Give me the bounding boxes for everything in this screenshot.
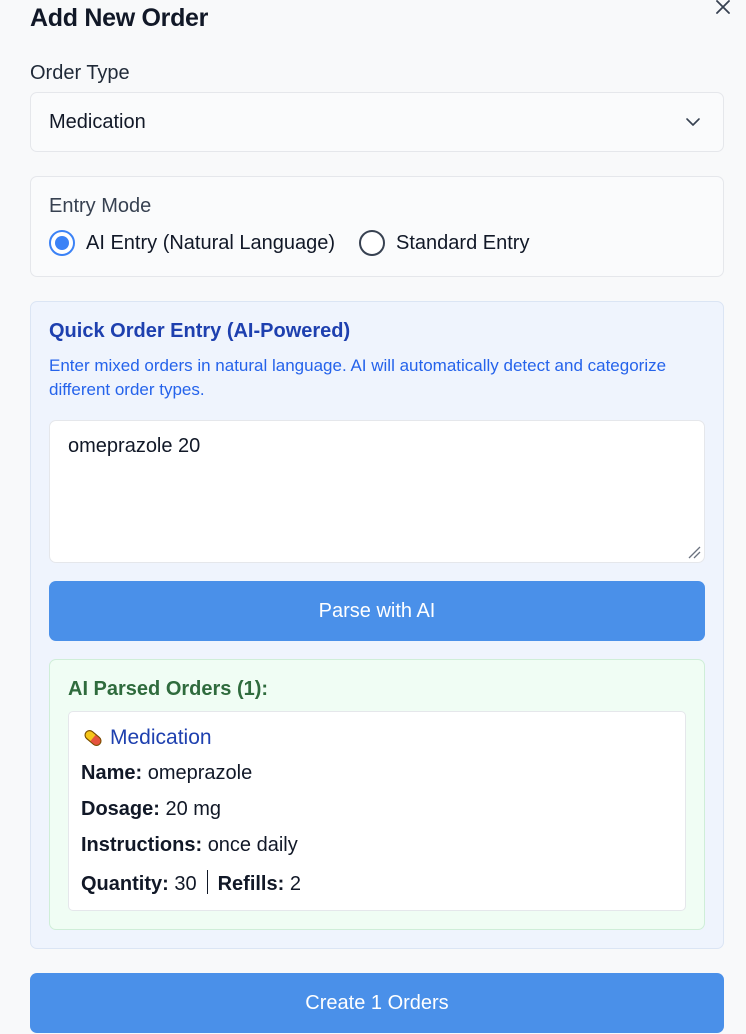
order-text-input[interactable]: omeprazole 20 bbox=[49, 420, 705, 563]
order-instructions-value: once daily bbox=[207, 834, 298, 856]
order-instructions-label: Instructions: bbox=[81, 834, 203, 856]
resize-handle-icon[interactable] bbox=[687, 545, 701, 559]
parsed-orders-title: AI Parsed Orders (1): bbox=[68, 678, 269, 700]
order-text-value: omeprazole 20 bbox=[68, 435, 201, 457]
order-quantity-row: Quantity: 30 Refills: 2 bbox=[81, 870, 301, 896]
radio-standard-entry-label[interactable]: Standard Entry bbox=[396, 232, 529, 255]
chevron-down-icon bbox=[686, 118, 700, 126]
radio-standard-entry[interactable]: Standard Entry bbox=[359, 230, 529, 256]
ai-entry-panel: Quick Order Entry (AI-Powered) Enter mix… bbox=[30, 301, 724, 949]
order-instructions-row: Instructions: once daily bbox=[81, 834, 298, 857]
entry-mode-radio-group: AI Entry (Natural Language) Standard Ent… bbox=[49, 230, 553, 256]
separator bbox=[206, 870, 208, 894]
order-refills-label: Refills: bbox=[217, 873, 285, 895]
order-name-value: omeprazole bbox=[147, 762, 253, 784]
radio-ai-entry[interactable]: AI Entry (Natural Language) bbox=[49, 230, 335, 256]
close-button[interactable] bbox=[712, 0, 734, 18]
order-name-row: Name: omeprazole bbox=[81, 762, 252, 785]
order-dosage-label: Dosage: bbox=[81, 798, 160, 820]
order-quantity-label: Quantity: bbox=[81, 873, 169, 895]
radio-ai-entry-control[interactable] bbox=[49, 230, 75, 256]
modal-title: Add New Order bbox=[30, 4, 209, 32]
order-dosage-row: Dosage: 20 mg bbox=[81, 798, 221, 821]
order-type-select[interactable]: Medication bbox=[30, 92, 724, 152]
parsed-orders-box: AI Parsed Orders (1): Medication Name: o… bbox=[49, 659, 705, 930]
entry-mode-label: Entry Mode bbox=[49, 195, 152, 217]
order-type-heading: Medication bbox=[81, 726, 212, 750]
parse-with-ai-button[interactable]: Parse with AI bbox=[49, 581, 705, 641]
order-type-name: Medication bbox=[110, 726, 212, 749]
entry-mode-card: Entry Mode AI Entry (Natural Language) S… bbox=[30, 176, 724, 277]
radio-standard-entry-control[interactable] bbox=[359, 230, 386, 256]
close-icon bbox=[716, 0, 730, 14]
radio-ai-entry-label[interactable]: AI Entry (Natural Language) bbox=[86, 232, 335, 255]
ai-panel-title: Quick Order Entry (AI-Powered) bbox=[49, 320, 351, 342]
pill-icon bbox=[84, 730, 102, 746]
order-dosage-value: 20 mg bbox=[165, 798, 222, 820]
order-type-value: Medication bbox=[49, 110, 146, 133]
order-refills-value: 2 bbox=[289, 873, 301, 895]
order-name-label: Name: bbox=[81, 762, 143, 784]
ai-panel-description: Enter mixed orders in natural language. … bbox=[49, 356, 667, 399]
order-quantity-value: 30 bbox=[174, 873, 197, 895]
create-orders-button[interactable]: Create 1 Orders bbox=[30, 973, 724, 1033]
order-type-label: Order Type bbox=[30, 62, 130, 84]
parsed-order-card: Medication Name: omeprazole Dosage: 20 m… bbox=[68, 711, 686, 911]
